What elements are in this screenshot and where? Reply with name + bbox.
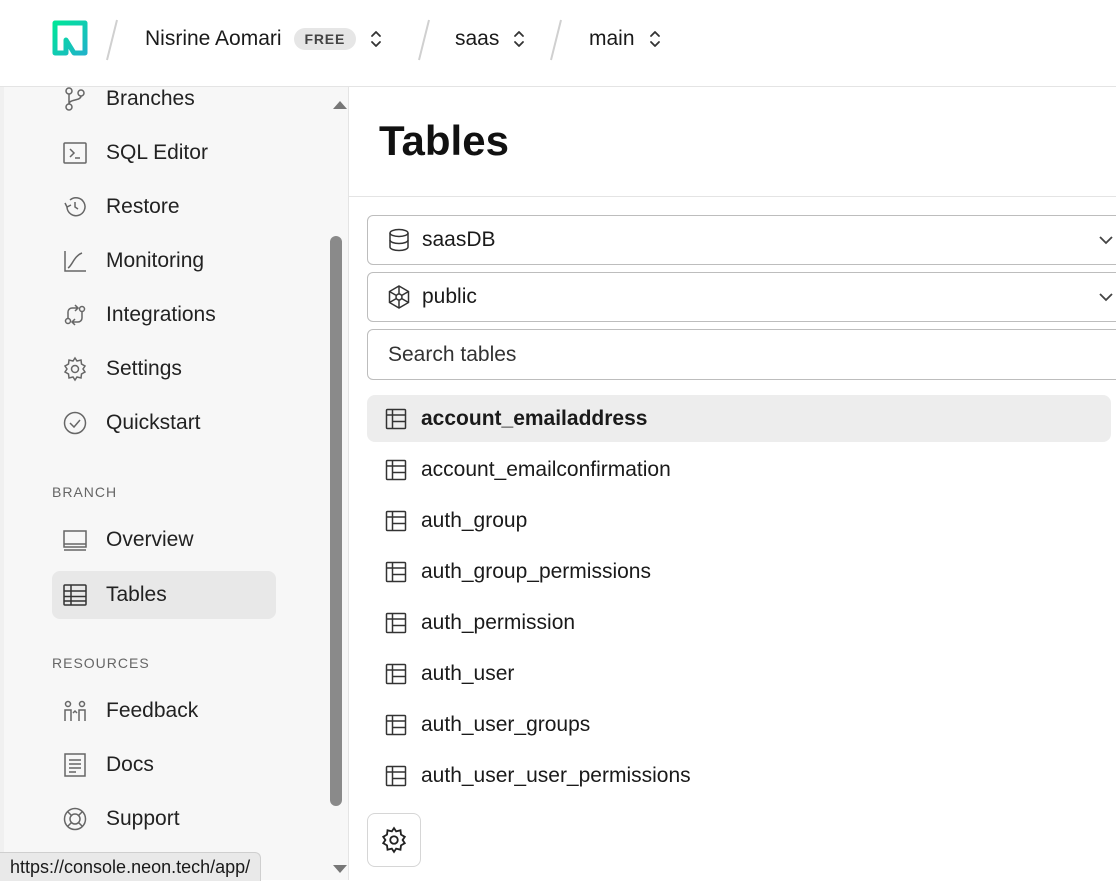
neon-logo-icon[interactable] — [52, 20, 88, 56]
table-name: auth_user_user_permissions — [421, 763, 691, 787]
table-row[interactable]: auth_user_groups — [367, 701, 1111, 748]
top-bar: Nisrine Aomari FREE saas main — [0, 0, 1116, 87]
sidebar-item-monitoring[interactable]: Monitoring — [52, 237, 276, 285]
chevron-down-icon — [1099, 236, 1113, 245]
table-name: auth_permission — [421, 610, 576, 634]
database-select-value: saasDB — [422, 228, 496, 251]
main-content: Tables saasDB public account_emai — [349, 87, 1116, 880]
sidebar-item-label: Monitoring — [106, 249, 205, 272]
table-name: auth_user_groups — [421, 712, 591, 736]
search-tables-input[interactable] — [386, 341, 1090, 368]
table-icon — [385, 408, 407, 430]
project-name: saas — [455, 27, 500, 50]
table-name: auth_user — [421, 661, 515, 685]
sidebar-item-tables[interactable]: Tables — [52, 571, 276, 619]
document-icon — [62, 752, 88, 778]
restore-clock-icon — [62, 194, 88, 220]
plan-badge: FREE — [293, 28, 357, 50]
sidebar-item-quickstart[interactable]: Quickstart — [52, 399, 276, 447]
page-title: Tables — [379, 117, 509, 164]
table-icon — [385, 714, 407, 736]
sidebar-item-label: Feedback — [106, 699, 199, 722]
table-icon — [385, 663, 407, 685]
status-bar-url: https://console.neon.tech/app/ — [0, 852, 262, 881]
breadcrumb-separator — [418, 18, 430, 62]
sidebar-item-integrations[interactable]: Integrations — [52, 291, 276, 339]
settings-button[interactable] — [367, 813, 421, 867]
table-row[interactable]: account_emailaddress — [367, 395, 1111, 442]
branch-icon — [62, 86, 88, 112]
chevron-down-icon — [1099, 293, 1113, 302]
table-name: auth_group — [421, 508, 528, 532]
people-icon — [62, 698, 88, 724]
table-icon — [385, 510, 407, 532]
divider — [349, 196, 1116, 197]
monitor-icon — [62, 527, 88, 553]
section-label-resources: RESOURCES — [52, 655, 150, 671]
account-switcher[interactable]: Nisrine Aomari FREE — [145, 25, 382, 53]
chevron-updown-icon — [649, 29, 661, 49]
check-circle-icon — [62, 410, 88, 436]
breadcrumb-separator — [550, 18, 562, 62]
sidebar: Branches SQL Editor Restore Monitoring I… — [4, 87, 349, 880]
sidebar-item-label: Integrations — [106, 303, 216, 326]
project-switcher[interactable]: saas — [455, 25, 525, 53]
table-name: auth_group_permissions — [421, 559, 651, 583]
schema-select[interactable]: public — [367, 272, 1116, 322]
table-row[interactable]: auth_user_user_permissions — [367, 752, 1111, 799]
table-row[interactable]: auth_group_permissions — [367, 548, 1111, 595]
table-icon — [62, 582, 88, 608]
sidebar-item-docs[interactable]: Docs — [52, 741, 276, 789]
sidebar-item-label: Docs — [106, 753, 154, 776]
sidebar-item-feedback[interactable]: Feedback — [52, 687, 276, 735]
gear-icon — [62, 356, 88, 382]
lifebuoy-icon — [62, 806, 88, 832]
schema-icon — [386, 284, 412, 310]
search-tables-field[interactable] — [367, 329, 1116, 380]
table-row[interactable]: auth_permission — [367, 599, 1111, 646]
integrations-icon — [62, 302, 88, 328]
sidebar-item-support[interactable]: Support — [52, 795, 276, 843]
branch-switcher[interactable]: main — [589, 25, 661, 53]
table-icon — [385, 765, 407, 787]
table-icon — [385, 612, 407, 634]
sidebar-item-label: SQL Editor — [106, 141, 208, 164]
sidebar-item-label: Tables — [106, 583, 167, 606]
table-row[interactable]: auth_group — [367, 497, 1111, 544]
sidebar-scrollbar-thumb[interactable] — [330, 236, 342, 806]
table-name: account_emailaddress — [421, 406, 648, 430]
sidebar-item-label: Support — [106, 807, 180, 830]
chevron-updown-icon — [370, 29, 382, 49]
schema-select-value: public — [422, 285, 477, 308]
account-name: Nisrine Aomari — [145, 27, 282, 50]
sidebar-item-settings[interactable]: Settings — [52, 345, 276, 393]
table-name: account_emailconfirmation — [421, 457, 671, 481]
table-icon — [385, 459, 407, 481]
branch-name: main — [589, 27, 635, 50]
sidebar-item-label: Restore — [106, 195, 180, 218]
sidebar-item-branches[interactable]: Branches — [52, 75, 276, 123]
database-select[interactable]: saasDB — [367, 215, 1116, 265]
sidebar-item-label: Quickstart — [106, 411, 201, 434]
section-label-branch: BRANCH — [52, 484, 118, 500]
sidebar-item-sql-editor[interactable]: SQL Editor — [52, 129, 276, 177]
table-icon — [385, 561, 407, 583]
database-icon — [386, 227, 412, 253]
gear-icon — [381, 826, 407, 854]
sidebar-item-label: Settings — [106, 357, 182, 380]
sidebar-item-overview[interactable]: Overview — [52, 516, 276, 564]
scroll-down-arrow-icon[interactable] — [332, 863, 348, 875]
terminal-icon — [62, 140, 88, 166]
breadcrumb-separator — [106, 18, 118, 62]
sidebar-item-label: Branches — [106, 87, 195, 110]
chart-line-icon — [62, 248, 88, 274]
sidebar-item-restore[interactable]: Restore — [52, 183, 276, 231]
table-row[interactable]: auth_user — [367, 650, 1111, 697]
scroll-up-arrow-icon[interactable] — [332, 99, 348, 111]
sidebar-item-label: Overview — [106, 528, 194, 551]
chevron-updown-icon — [513, 29, 525, 49]
table-row[interactable]: account_emailconfirmation — [367, 446, 1111, 493]
